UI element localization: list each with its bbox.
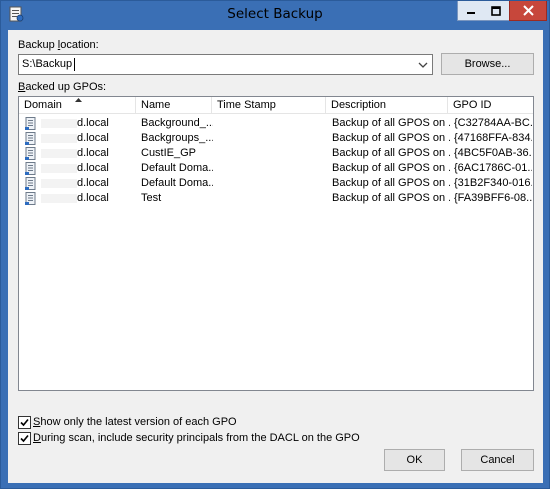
select-backup-dialog: Select Backup Backup location: S:\Backup… xyxy=(0,0,550,489)
cell-name: Default Doma... xyxy=(141,162,213,174)
cell-description: Backup of all GPOS on ... xyxy=(332,147,450,159)
cell-description: Backup of all GPOS on ... xyxy=(332,117,450,129)
cancel-button[interactable]: Cancel xyxy=(461,449,534,471)
gpo-list[interactable]: Domain Name Time Stamp Description GPO I… xyxy=(18,96,534,391)
cell-gpo-id: {C32784AA-BC... xyxy=(454,117,532,129)
gpo-list-header: Domain Name Time Stamp Description GPO I… xyxy=(19,97,533,114)
gpo-backup-icon xyxy=(25,177,36,190)
cell-time-stamp xyxy=(217,161,327,176)
backup-location-label: Backup location: xyxy=(18,39,99,51)
gpo-backup-icon xyxy=(25,192,36,205)
redacted-domain-prefix xyxy=(41,164,77,173)
ok-button[interactable]: OK xyxy=(384,449,445,471)
cell-name: Test xyxy=(141,192,162,204)
redacted-domain-prefix xyxy=(41,179,77,188)
table-row[interactable]: d.local Background_... Backup of all GPOS … xyxy=(19,116,533,131)
text-caret xyxy=(74,58,75,71)
cell-time-stamp xyxy=(217,131,327,146)
minimize-button[interactable] xyxy=(457,1,484,21)
column-header-gpo-id[interactable]: GPO ID xyxy=(448,97,533,114)
close-button[interactable] xyxy=(509,1,547,21)
cell-gpo-id: {31B2F340-016... xyxy=(454,177,532,189)
checkmark-icon xyxy=(20,434,29,443)
cell-name: Backgroups_... xyxy=(141,132,213,144)
table-row[interactable]: d.local Backgroups_... Backup of all GPOS … xyxy=(19,131,533,146)
cell-description: Backup of all GPOS on ... xyxy=(332,132,450,144)
cell-time-stamp xyxy=(217,191,327,206)
cell-name: CustIE_GP xyxy=(141,147,197,159)
include-dacl-checkbox[interactable] xyxy=(18,432,31,445)
cell-gpo-id: {4BC5F0AB-36... xyxy=(454,147,532,159)
checkmark-icon xyxy=(20,418,29,427)
cell-name: Background_... xyxy=(141,117,213,129)
column-header-name[interactable]: Name xyxy=(136,97,212,114)
title-bar[interactable]: Select Backup xyxy=(1,1,549,28)
table-row[interactable]: d.local CustIE_GP Backup of all GPOS on ..… xyxy=(19,146,533,161)
include-dacl-label[interactable]: During scan, include security principals… xyxy=(33,432,360,444)
cell-gpo-id: {FA39BFF6-08... xyxy=(454,192,532,204)
chevron-down-icon[interactable] xyxy=(417,59,429,71)
maximize-button[interactable] xyxy=(483,1,510,21)
dialog-body: Backup location: S:\Backup Browse... Bac… xyxy=(8,30,543,483)
gpo-backup-icon xyxy=(25,147,36,160)
backup-location-combobox[interactable]: S:\Backup xyxy=(18,54,433,75)
cell-gpo-id: {47168FFA-834... xyxy=(454,132,532,144)
cell-name: Default Doma... xyxy=(141,177,213,189)
cell-gpo-id: {6AC1786C-01... xyxy=(454,162,532,174)
cell-description: Backup of all GPOS on ... xyxy=(332,177,450,189)
redacted-domain-prefix xyxy=(41,149,77,158)
column-header-domain[interactable]: Domain xyxy=(19,97,136,114)
browse-button[interactable]: Browse... xyxy=(441,53,534,75)
table-row[interactable]: d.local Default Doma... Backup of all GPOS… xyxy=(19,161,533,176)
gpo-backup-icon xyxy=(25,132,36,145)
table-row[interactable]: d.local Default Doma... Backup of all GPOS… xyxy=(19,176,533,191)
redacted-domain-prefix xyxy=(41,134,77,143)
show-latest-label[interactable]: Show only the latest version of each GPO xyxy=(33,416,237,428)
cell-time-stamp xyxy=(217,146,327,161)
column-header-description[interactable]: Description xyxy=(326,97,448,114)
gpo-backup-icon xyxy=(25,117,36,130)
cell-description: Backup of all GPOS on ... xyxy=(332,162,450,174)
table-row[interactable]: d.local Test Backup of all GPOS on ... {FA3… xyxy=(19,191,533,206)
cell-time-stamp xyxy=(217,176,327,191)
backed-up-gpos-label: Backed up GPOs: xyxy=(18,81,107,93)
maximize-icon xyxy=(491,5,501,16)
redacted-domain-prefix xyxy=(41,194,77,203)
sort-ascending-icon xyxy=(75,98,82,102)
gpo-backup-icon xyxy=(25,162,36,175)
close-icon xyxy=(522,5,534,16)
redacted-domain-prefix xyxy=(41,119,77,128)
cell-time-stamp xyxy=(217,116,327,131)
backup-location-value[interactable]: S:\Backup xyxy=(22,58,72,70)
cell-description: Backup of all GPOS on ... xyxy=(332,192,450,204)
show-latest-checkbox[interactable] xyxy=(18,416,31,429)
column-header-time-stamp[interactable]: Time Stamp xyxy=(212,97,326,114)
minimize-icon xyxy=(466,11,475,14)
